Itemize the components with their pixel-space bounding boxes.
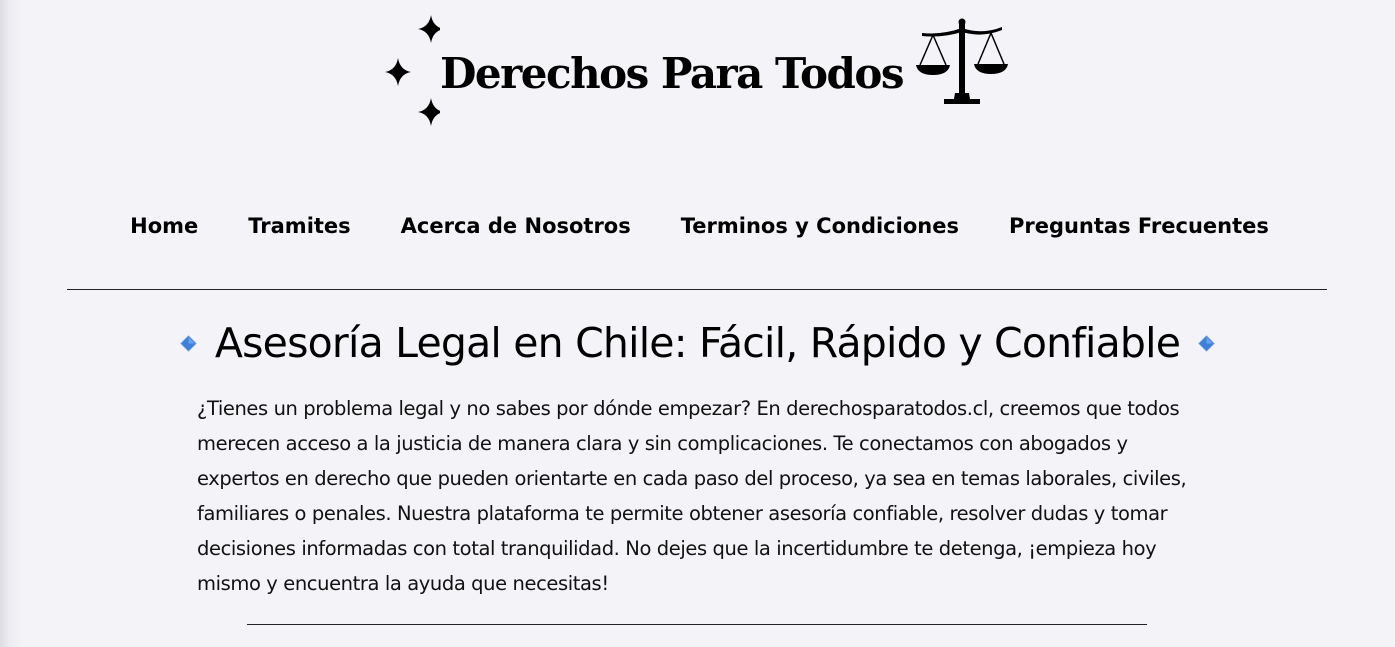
section-divider (247, 624, 1147, 625)
sparkle-stars-icon (385, 15, 440, 126)
nav-link-home[interactable]: Home (130, 211, 198, 241)
blue-diamond-icon (180, 334, 197, 352)
main-nav: Home Tramites Acerca de Nosotros Termino… (0, 211, 1395, 241)
nav-link-terminos-y-condiciones[interactable]: Terminos y Condiciones (681, 211, 959, 241)
header-divider (67, 289, 1327, 290)
blue-diamond-icon (1198, 334, 1215, 352)
site-logo[interactable]: Derechos Para Todos (380, 10, 1020, 134)
nav-link-tramites[interactable]: Tramites (248, 211, 350, 241)
site-title: Derechos Para Todos (440, 49, 905, 98)
nav-link-preguntas-frecuentes[interactable]: Preguntas Frecuentes (1009, 211, 1269, 241)
hero-heading: Asesoría Legal en Chile: Fácil, Rápido y… (214, 319, 1181, 367)
hero-heading-row: Asesoría Legal en Chile: Fácil, Rápido y… (0, 314, 1395, 372)
hero-intro-paragraph: ¿Tienes un problema legal y no sabes por… (197, 397, 1187, 595)
scales-of-justice-icon (916, 18, 1008, 104)
nav-link-acerca-de-nosotros[interactable]: Acerca de Nosotros (401, 211, 631, 241)
